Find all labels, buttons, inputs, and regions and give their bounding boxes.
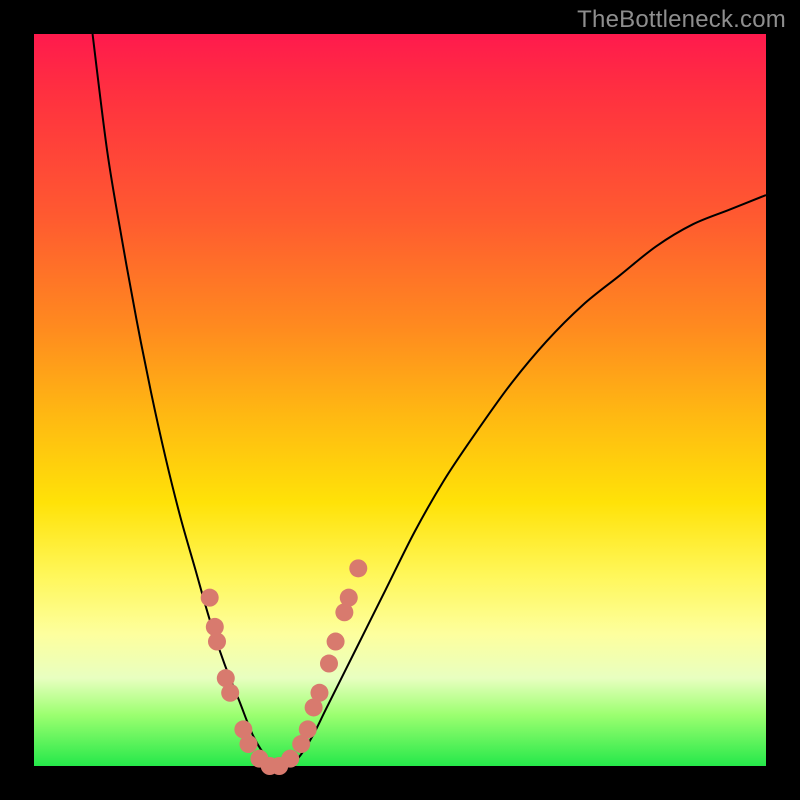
curve-marker (327, 633, 345, 651)
curve-marker (221, 684, 239, 702)
curve-marker (340, 589, 358, 607)
curve-marker (201, 589, 219, 607)
curve-marker (281, 750, 299, 768)
curve-marker (299, 720, 317, 738)
curve-marker (310, 684, 328, 702)
curve-marker (320, 655, 338, 673)
watermark-text: TheBottleneck.com (577, 6, 786, 34)
curve-layer (34, 34, 766, 766)
bottleneck-curve (93, 34, 766, 766)
curve-marker (349, 559, 367, 577)
curve-marker (208, 633, 226, 651)
outer-frame: TheBottleneck.com (0, 0, 800, 800)
curve-marker (239, 735, 257, 753)
